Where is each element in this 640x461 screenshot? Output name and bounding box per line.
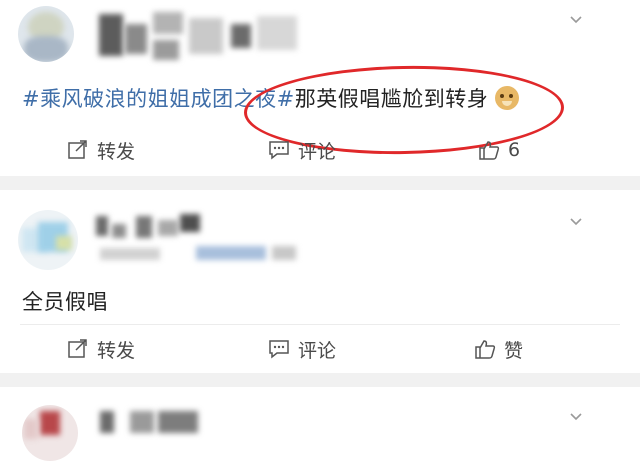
feed-separator <box>0 176 640 190</box>
chevron-down-icon[interactable] <box>570 411 582 423</box>
repost-button[interactable]: 转发 <box>67 131 135 169</box>
post-text: 全员假唱 <box>22 286 108 316</box>
post-actions: 转发 评论 赞 <box>0 330 640 368</box>
like-icon <box>479 141 500 160</box>
post-actions: 转发 评论 6 <box>0 131 640 169</box>
comment-label: 评论 <box>298 339 337 362</box>
comment-button[interactable]: 评论 <box>268 330 336 368</box>
comment-icon <box>269 141 289 160</box>
like-button[interactable]: 6 <box>478 131 520 169</box>
post-card-2: 全员假唱 转发 评论 赞 <box>0 190 640 373</box>
post-card-3 <box>0 387 640 461</box>
chevron-down-icon[interactable] <box>570 14 582 26</box>
avatar[interactable] <box>22 405 78 461</box>
feed-separator <box>0 373 640 387</box>
repost-icon <box>68 140 87 159</box>
repost-label: 转发 <box>97 339 136 362</box>
avatar[interactable] <box>18 210 78 270</box>
repost-icon <box>68 339 87 358</box>
username-blurred[interactable] <box>96 212 306 272</box>
comment-button[interactable]: 评论 <box>268 131 336 169</box>
divider <box>20 324 620 325</box>
chevron-down-icon[interactable] <box>570 216 582 228</box>
like-button[interactable]: 赞 <box>474 330 523 368</box>
comment-label: 评论 <box>298 140 337 163</box>
comment-icon <box>269 340 289 359</box>
repost-label: 转发 <box>97 140 136 163</box>
username-blurred[interactable] <box>95 10 305 66</box>
repost-button[interactable]: 转发 <box>67 330 135 368</box>
avatar[interactable] <box>18 6 74 62</box>
username-blurred[interactable] <box>100 405 250 433</box>
like-icon <box>475 340 496 359</box>
post-body: 全员假唱 <box>22 290 108 314</box>
like-count: 6 <box>508 139 521 161</box>
post-card-1: #乘风破浪的姐姐成团之夜#那英假唱尴尬到转身 转发 评论 6 <box>0 0 640 176</box>
like-label: 赞 <box>504 339 524 362</box>
